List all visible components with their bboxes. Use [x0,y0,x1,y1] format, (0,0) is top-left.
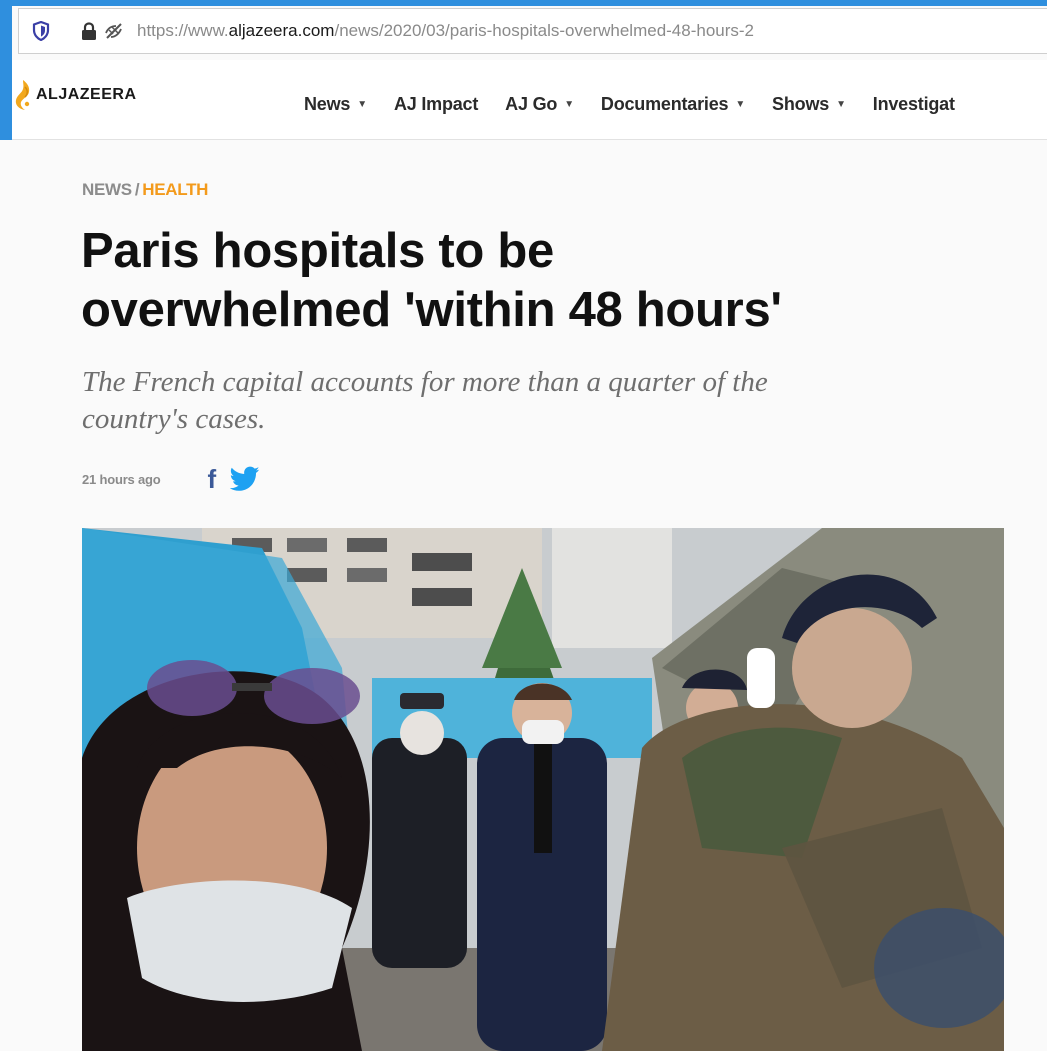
headline-line: overwhelmed 'within 48 hours' [81,283,782,337]
nav-item-aj-impact[interactable]: AJ Impact [394,94,478,115]
site-header: ALJAZEERA News ▼ AJ Impact AJ Go ▼ Documen… [12,60,1047,140]
article-headline: Paris hospitals to be overwhelmed 'withi… [81,222,1001,340]
twitter-icon[interactable] [229,466,260,492]
nav-item-investigations[interactable]: Investigat [873,94,955,115]
breadcrumb-separator: / [134,180,140,199]
nav-item-news[interactable]: News ▼ [304,94,367,115]
tracking-protection-icon[interactable] [103,20,125,42]
article-lead-image [82,528,1004,1051]
lock-icon[interactable] [79,20,99,42]
aljazeera-logo[interactable]: ALJAZEERA [12,78,137,112]
nav-item-label: Documentaries [600,94,729,114]
nav-item-label: Shows [772,94,830,114]
aljazeera-logo-mark-icon [12,78,34,112]
breadcrumb-news-link[interactable]: NEWS [82,180,132,199]
nav-item-label: AJ Go [505,94,558,114]
article-standfirst: The French capital accounts for more tha… [82,364,1002,438]
chevron-down-icon: ▼ [564,99,574,110]
nav-item-aj-go[interactable]: AJ Go ▼ [505,94,574,115]
chevron-down-icon: ▼ [357,99,367,110]
article-meta: 21 hours ago f [82,466,260,492]
browser-top-bar [0,0,1047,6]
nav-item-documentaries[interactable]: Documentaries ▼ [601,94,745,115]
chevron-down-icon: ▼ [735,99,746,110]
browser-left-edge [0,0,12,140]
shield-icon[interactable] [29,19,53,43]
timestamp: 21 hours ago [82,471,161,487]
lead-photo-illustration [82,528,1004,1051]
headline-line: Paris hospitals to be [81,224,554,278]
logo-text: ALJAZEERA [36,86,137,103]
facebook-icon[interactable]: f [208,466,217,492]
nav-item-label: Investigat [872,94,955,114]
nav-item-label: AJ Impact [393,94,479,114]
nav-item-label: News [304,94,351,114]
nav-item-shows[interactable]: Shows ▼ [772,94,846,115]
standfirst-line: The French capital accounts for more tha… [82,366,768,398]
main-navigation: News ▼ AJ Impact AJ Go ▼ Documentaries ▼ Sh… [304,94,982,115]
standfirst-line: country's cases. [82,403,266,435]
chevron-down-icon: ▼ [836,99,846,110]
url-text[interactable]: https://www.aljazeera.com/news/2020/03/p… [137,21,957,41]
breadcrumb: NEWS / HEALTH [82,180,208,200]
address-bar[interactable]: https://www.aljazeera.com/news/2020/03/p… [18,8,1047,54]
breadcrumb-health-link[interactable]: HEALTH [142,180,208,199]
